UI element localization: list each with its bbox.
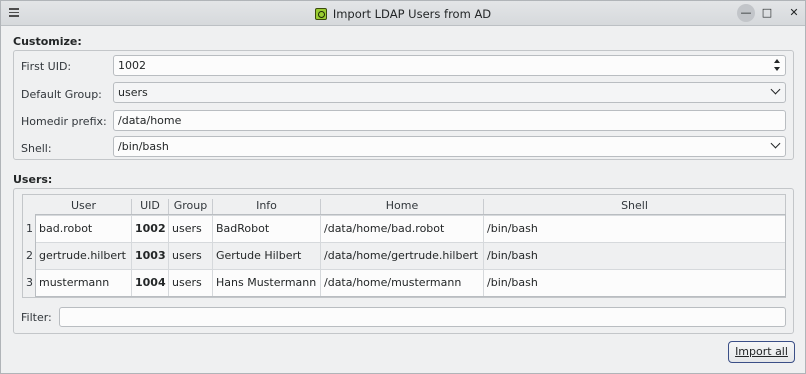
import-ldap-dialog: Import LDAP Users from AD — □ ✕ Customiz… [0, 0, 806, 374]
cell-uid[interactable]: 1004 [132, 270, 169, 296]
cell-info[interactable]: Hans Mustermann [213, 270, 321, 296]
window-title: Import LDAP Users from AD [1, 7, 805, 21]
first-uid-value: 1002 [118, 59, 146, 72]
row-number[interactable]: 1 [23, 215, 36, 242]
default-group-select[interactable]: users [113, 82, 786, 103]
cell-group[interactable]: users [169, 270, 213, 296]
cell-info[interactable]: BadRobot [213, 216, 321, 242]
chevron-down-icon[interactable] [770, 138, 781, 149]
cell-shell[interactable]: /bin/bash [484, 243, 785, 269]
cell-user[interactable]: mustermann [36, 270, 132, 296]
column-header-home[interactable]: Home [321, 199, 484, 214]
column-header-uid[interactable]: UID [132, 199, 169, 214]
cell-user[interactable]: gertrude.hilbert [36, 243, 132, 269]
homedir-prefix-value: /data/home [118, 114, 182, 127]
filter-label: Filter: [21, 311, 52, 324]
homedir-prefix-input[interactable]: /data/home [113, 110, 786, 131]
cell-info[interactable]: Gertude Hilbert [213, 243, 321, 269]
close-icon[interactable]: ✕ [785, 4, 803, 22]
default-group-label: Default Group: [21, 88, 102, 101]
cell-shell[interactable]: /bin/bash [484, 216, 785, 242]
cell-uid[interactable]: 1002 [132, 216, 169, 242]
column-header-user[interactable]: User [36, 199, 132, 214]
cell-home[interactable]: /data/home/gertrude.hilbert [321, 243, 484, 269]
window-title-text: Import LDAP Users from AD [332, 7, 492, 21]
cell-user[interactable]: bad.robot [36, 216, 132, 242]
row-number[interactable]: 3 [23, 269, 36, 296]
cell-shell[interactable]: /bin/bash [484, 270, 785, 296]
shell-label: Shell: [21, 142, 52, 155]
filter-input[interactable] [59, 307, 786, 327]
table-row[interactable]: gertrude.hilbert 1003 users Gertude Hilb… [36, 242, 785, 269]
import-all-button[interactable]: Import all [728, 341, 795, 363]
cell-home[interactable]: /data/home/mustermann [321, 270, 484, 296]
maximize-icon[interactable]: □ [758, 4, 776, 22]
shell-value: /bin/bash [118, 140, 169, 153]
users-heading: Users: [13, 173, 53, 186]
title-bar: Import LDAP Users from AD — □ ✕ [1, 1, 805, 26]
minimize-icon[interactable]: — [737, 4, 755, 22]
default-group-value: users [118, 86, 148, 99]
row-number[interactable]: 2 [23, 242, 36, 269]
cell-group[interactable]: users [169, 216, 213, 242]
cell-uid[interactable]: 1003 [132, 243, 169, 269]
table-row[interactable]: mustermann 1004 users Hans Mustermann /d… [36, 269, 785, 296]
spin-up-icon[interactable] [774, 59, 780, 63]
cell-group[interactable]: users [169, 243, 213, 269]
chevron-down-icon [770, 84, 781, 95]
shell-combobox[interactable]: /bin/bash [113, 136, 786, 157]
first-uid-spinbox[interactable]: 1002 [113, 55, 786, 76]
column-header-shell[interactable]: Shell [484, 199, 785, 214]
spin-down-icon[interactable] [774, 67, 780, 71]
cell-home[interactable]: /data/home/bad.robot [321, 216, 484, 242]
app-icon [314, 8, 327, 20]
table-row[interactable]: bad.robot 1002 users BadRobot /data/home… [36, 215, 785, 242]
homedir-prefix-label: Homedir prefix: [21, 115, 107, 128]
first-uid-label: First UID: [21, 60, 72, 73]
column-header-group[interactable]: Group [169, 199, 213, 214]
customize-heading: Customize: [13, 35, 82, 48]
column-header-info[interactable]: Info [213, 199, 321, 214]
